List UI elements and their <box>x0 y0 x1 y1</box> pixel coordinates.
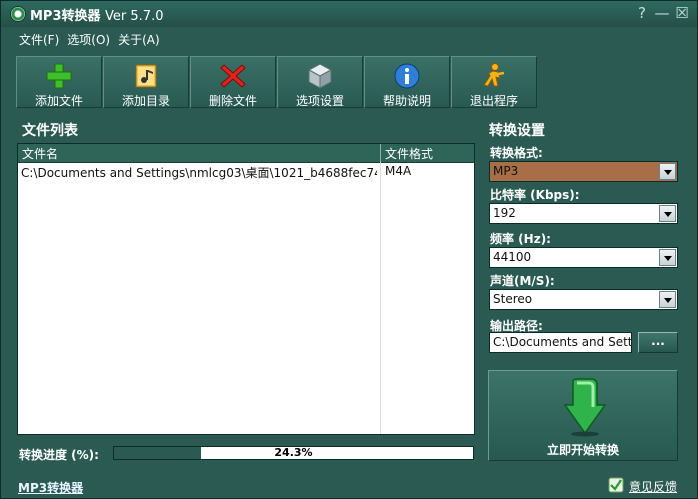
bitrate-select[interactable]: 192 <box>489 203 678 224</box>
app-home-link[interactable]: MP3转换器 <box>18 479 83 496</box>
frequency-label: 频率 (Hz): <box>490 232 551 246</box>
close-icon[interactable]: ☒ <box>674 4 690 22</box>
bitrate-value: 192 <box>493 206 516 220</box>
file-list-header: 文件名 文件格式 <box>18 144 474 163</box>
progress-value: 24.3% <box>274 446 313 459</box>
progress-bar: 24.3% <box>113 446 474 460</box>
folder-music-icon <box>135 64 157 88</box>
progress-label: 转换进度 (%): <box>19 448 99 462</box>
plus-icon <box>46 63 72 89</box>
table-row[interactable]: C:\Documents and Settings\nmlcg03\桌面\102… <box>18 162 474 180</box>
format-select[interactable]: MP3 <box>489 161 678 182</box>
delete-file-label: 删除文件 <box>208 94 257 108</box>
file-name-cell: C:\Documents and Settings\nmlcg03\桌面\102… <box>21 166 377 180</box>
app-window: MP3转换器 Ver 5.7.0 ? — ☒ 文件(F) 选项(O) 关于(A)… <box>0 0 698 499</box>
add-folder-button[interactable]: 添加目录 <box>103 56 189 108</box>
chevron-down-icon[interactable] <box>659 249 676 266</box>
browse-button[interactable]: ... <box>638 332 678 353</box>
column-divider[interactable] <box>380 144 381 162</box>
chevron-down-icon[interactable] <box>659 163 676 180</box>
toolbar: 添加文件 添加目录 删除文件 选项设置 帮助说明 退出程序 <box>16 56 538 108</box>
frequency-select[interactable]: 44100 <box>489 247 678 268</box>
download-arrow-icon <box>563 378 607 437</box>
add-file-button[interactable]: 添加文件 <box>16 56 102 108</box>
menu-about[interactable]: 关于(A) <box>114 31 164 49</box>
column-header-format[interactable]: 文件格式 <box>385 145 433 162</box>
feedback-label: 意见反馈 <box>629 480 678 494</box>
menu-options[interactable]: 选项(O) <box>63 31 114 49</box>
format-label: 转换格式: <box>490 146 543 160</box>
file-list-title: 文件列表 <box>22 123 78 139</box>
help-button[interactable]: 帮助说明 <box>364 56 450 108</box>
bitrate-label: 比特率 (Kbps): <box>490 188 580 202</box>
minimize-icon[interactable]: — <box>654 4 670 22</box>
app-version: Ver 5.7.0 <box>105 9 164 24</box>
menu-file[interactable]: 文件(F) <box>15 31 63 49</box>
app-logo-icon <box>10 6 26 22</box>
exit-button[interactable]: 退出程序 <box>451 56 537 108</box>
chevron-down-icon[interactable] <box>659 291 676 308</box>
channel-select[interactable]: Stereo <box>489 289 678 310</box>
title-bar[interactable]: MP3转换器 Ver 5.7.0 ? — ☒ <box>1 1 697 27</box>
add-folder-label: 添加目录 <box>121 94 170 108</box>
file-format-cell: M4A <box>385 164 412 178</box>
exit-runner-icon <box>483 63 505 87</box>
delete-x-icon <box>220 64 246 88</box>
column-header-filename[interactable]: 文件名 <box>22 145 58 162</box>
info-icon <box>394 63 420 89</box>
output-path-input[interactable]: C:\Documents and Settings <box>489 332 632 353</box>
channel-value: Stereo <box>493 292 533 306</box>
options-label: 选项设置 <box>295 94 344 108</box>
help-label: 帮助说明 <box>382 94 431 108</box>
window-title: MP3转换器 Ver 5.7.0 <box>30 5 163 24</box>
exit-label: 退出程序 <box>469 94 518 108</box>
chevron-down-icon[interactable] <box>659 205 676 222</box>
format-value: MP3 <box>493 164 519 178</box>
channel-label: 声道(M/S): <box>490 274 555 288</box>
start-convert-button[interactable]: 立即开始转换 <box>488 370 678 461</box>
output-path-value: C:\Documents and Settings <box>493 335 632 349</box>
settings-title: 转换设置 <box>489 123 545 139</box>
feedback-check-icon <box>608 477 624 493</box>
column-gridline <box>380 162 381 434</box>
app-name: MP3转换器 <box>30 9 101 24</box>
start-convert-label: 立即开始转换 <box>546 443 619 457</box>
frequency-value: 44100 <box>493 250 532 264</box>
add-file-label: 添加文件 <box>34 94 83 108</box>
delete-file-button[interactable]: 删除文件 <box>190 56 276 108</box>
options-button[interactable]: 选项设置 <box>277 56 363 108</box>
file-list-table[interactable]: 文件名 文件格式 C:\Documents and Settings\nmlcg… <box>17 143 475 435</box>
menu-bar: 文件(F) 选项(O) 关于(A) <box>15 31 164 49</box>
cube-settings-icon <box>307 63 333 89</box>
help-icon[interactable]: ? <box>634 4 650 22</box>
